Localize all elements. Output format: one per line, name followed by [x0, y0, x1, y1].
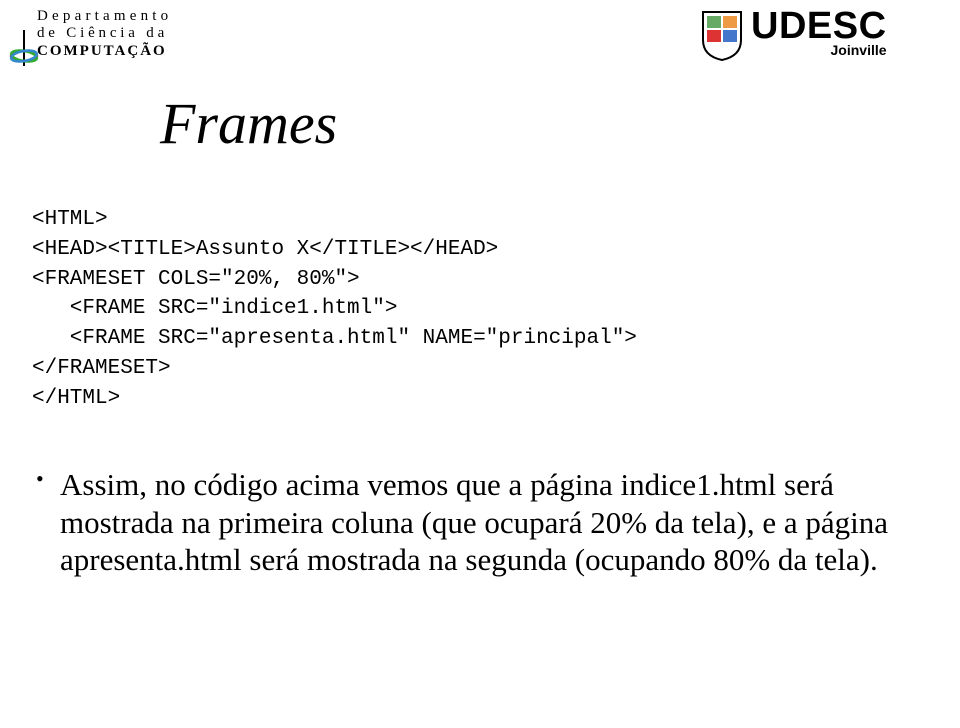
- code-block: <HTML> <HEAD><TITLE>Assunto X</TITLE></H…: [32, 205, 960, 414]
- udesc-sub: Joinville: [751, 42, 887, 58]
- code-line: <FRAME SRC="indice1.html">: [32, 297, 397, 320]
- body-text: Assim, no código acima vemos que a págin…: [32, 466, 900, 579]
- code-line: <FRAMESET COLS="20%, 80%">: [32, 268, 360, 291]
- dept-text: Departamento de Ciência da COMPUTAÇÃO: [37, 8, 220, 60]
- slide-header: Departamento de Ciência da COMPUTAÇÃO UD…: [0, 0, 960, 85]
- udesc-shield-icon: [699, 8, 745, 62]
- code-line: <HEAD><TITLE>Assunto X</TITLE></HEAD>: [32, 238, 498, 261]
- udesc-name: UDESC: [751, 8, 887, 44]
- udesc-text: UDESC Joinville: [751, 8, 887, 58]
- code-line: <HTML>: [32, 208, 108, 231]
- code-line: </FRAMESET>: [32, 357, 171, 380]
- slide-title: Frames: [160, 90, 960, 157]
- dept-line1: Departamento: [37, 8, 220, 25]
- dept-line3: COMPUTAÇÃO: [37, 43, 220, 60]
- dept-line2: de Ciência da: [37, 25, 220, 42]
- dept-logo: Departamento de Ciência da COMPUTAÇÃO: [5, 8, 220, 60]
- code-line: </HTML>: [32, 387, 120, 410]
- spiral-icon: [7, 28, 41, 68]
- code-line: <FRAME SRC="apresenta.html" NAME="princi…: [32, 327, 637, 350]
- bullet-item: Assim, no código acima vemos que a págin…: [32, 466, 900, 579]
- udesc-logo: UDESC Joinville: [699, 8, 934, 62]
